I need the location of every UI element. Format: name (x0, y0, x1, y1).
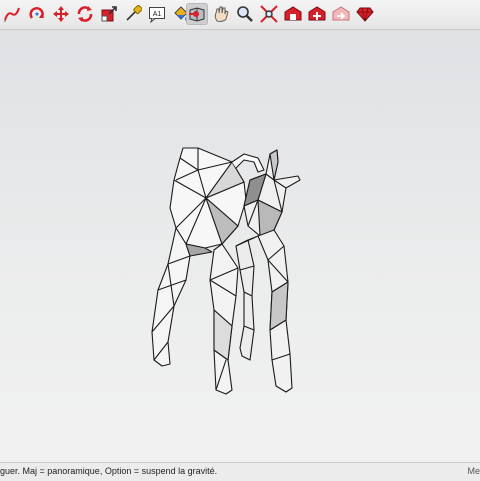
ruby-gem-icon[interactable] (354, 3, 376, 25)
pan-hand-icon[interactable] (210, 3, 232, 25)
freehand-pencil-icon[interactable] (1, 3, 23, 25)
status-message: iguer. Maj = panoramique, Option = suspe… (0, 466, 218, 476)
zoom-icon[interactable] (234, 3, 256, 25)
status-bar: iguer. Maj = panoramique, Option = suspe… (0, 462, 480, 481)
share-model-icon[interactable] (330, 3, 352, 25)
scale-icon[interactable] (98, 3, 120, 25)
orbit-icon[interactable] (74, 3, 96, 25)
walk-icon[interactable] (186, 3, 208, 25)
tape-measure-icon[interactable] (122, 3, 144, 25)
measurements-label: Me (467, 466, 480, 476)
zoom-extents-icon[interactable] (258, 3, 280, 25)
warehouse-icon[interactable] (282, 3, 304, 25)
text-label-icon[interactable]: A1 (146, 3, 168, 25)
rotate-icon[interactable] (26, 3, 48, 25)
extension-warehouse-icon[interactable] (306, 3, 328, 25)
dog-lowpoly-model[interactable] (0, 30, 480, 462)
model-viewport[interactable] (0, 30, 480, 462)
svg-text:A1: A1 (153, 11, 162, 18)
move-arrows-icon[interactable] (50, 3, 72, 25)
toolbar: A1 (0, 0, 480, 30)
